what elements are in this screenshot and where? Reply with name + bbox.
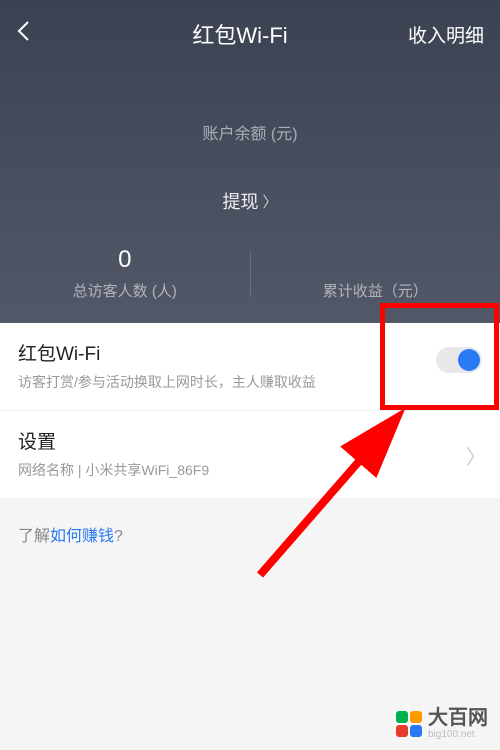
hongbao-wifi-row: 红包Wi-Fi 访客打赏/参与活动换取上网时长，主人赚取收益 [0, 323, 500, 411]
income-details-link[interactable]: 收入明细 [404, 21, 484, 48]
withdraw-button[interactable]: 提现 〉 [222, 188, 277, 214]
network-name: 小米共享WiFi_86F9 [85, 462, 209, 478]
stat-earnings: 累计收益（元） [251, 246, 500, 301]
settings-row[interactable]: 设置 网络名称 | 小米共享WiFi_86F9 〉 [0, 411, 500, 498]
settings-subtitle: 网络名称 | 小米共享WiFi_86F9 [18, 460, 482, 480]
stat-visitors: 0 总访客人数 (人) [0, 246, 250, 301]
toggle-knob [458, 349, 480, 371]
logo-square [396, 711, 408, 723]
chevron-left-icon [16, 20, 30, 42]
chevron-right-icon: 〉 [262, 191, 277, 212]
watermark: 大百网 big100.net [396, 708, 488, 740]
hongbao-subtitle: 访客打赏/参与活动换取上网时长，主人赚取收益 [18, 372, 482, 392]
watermark-sub: big100.net [428, 730, 488, 740]
logo-square [410, 711, 422, 723]
balance-section: 账户余额 (元) [0, 60, 500, 174]
earnings-value [251, 246, 500, 274]
visitors-label: 总访客人数 (人) [0, 280, 250, 301]
learn-row: 了解如何赚钱? [0, 498, 500, 570]
back-button[interactable] [16, 20, 76, 48]
hongbao-title: 红包Wi-Fi [18, 339, 482, 366]
watermark-logo [396, 711, 422, 737]
watermark-text: 大百网 [428, 708, 488, 728]
logo-square [410, 725, 422, 737]
network-prefix: 网络名称 | [18, 462, 85, 478]
earnings-label: 累计收益（元） [251, 280, 500, 301]
learn-suffix: ? [114, 528, 123, 545]
visitors-value: 0 [0, 246, 250, 274]
how-to-earn-link[interactable]: 如何赚钱 [50, 528, 114, 545]
learn-prefix: 了解 [18, 528, 50, 545]
settings-title: 设置 [18, 427, 482, 454]
hongbao-toggle[interactable] [436, 347, 482, 373]
chevron-right-icon: 〉 [466, 441, 486, 470]
page-title: 红包Wi-Fi [76, 18, 404, 50]
stats-row: 0 总访客人数 (人) 累计收益（元） [0, 230, 500, 323]
balance-label: 账户余额 (元) [0, 120, 500, 144]
logo-square [396, 725, 408, 737]
withdraw-label: 提现 [222, 188, 258, 214]
